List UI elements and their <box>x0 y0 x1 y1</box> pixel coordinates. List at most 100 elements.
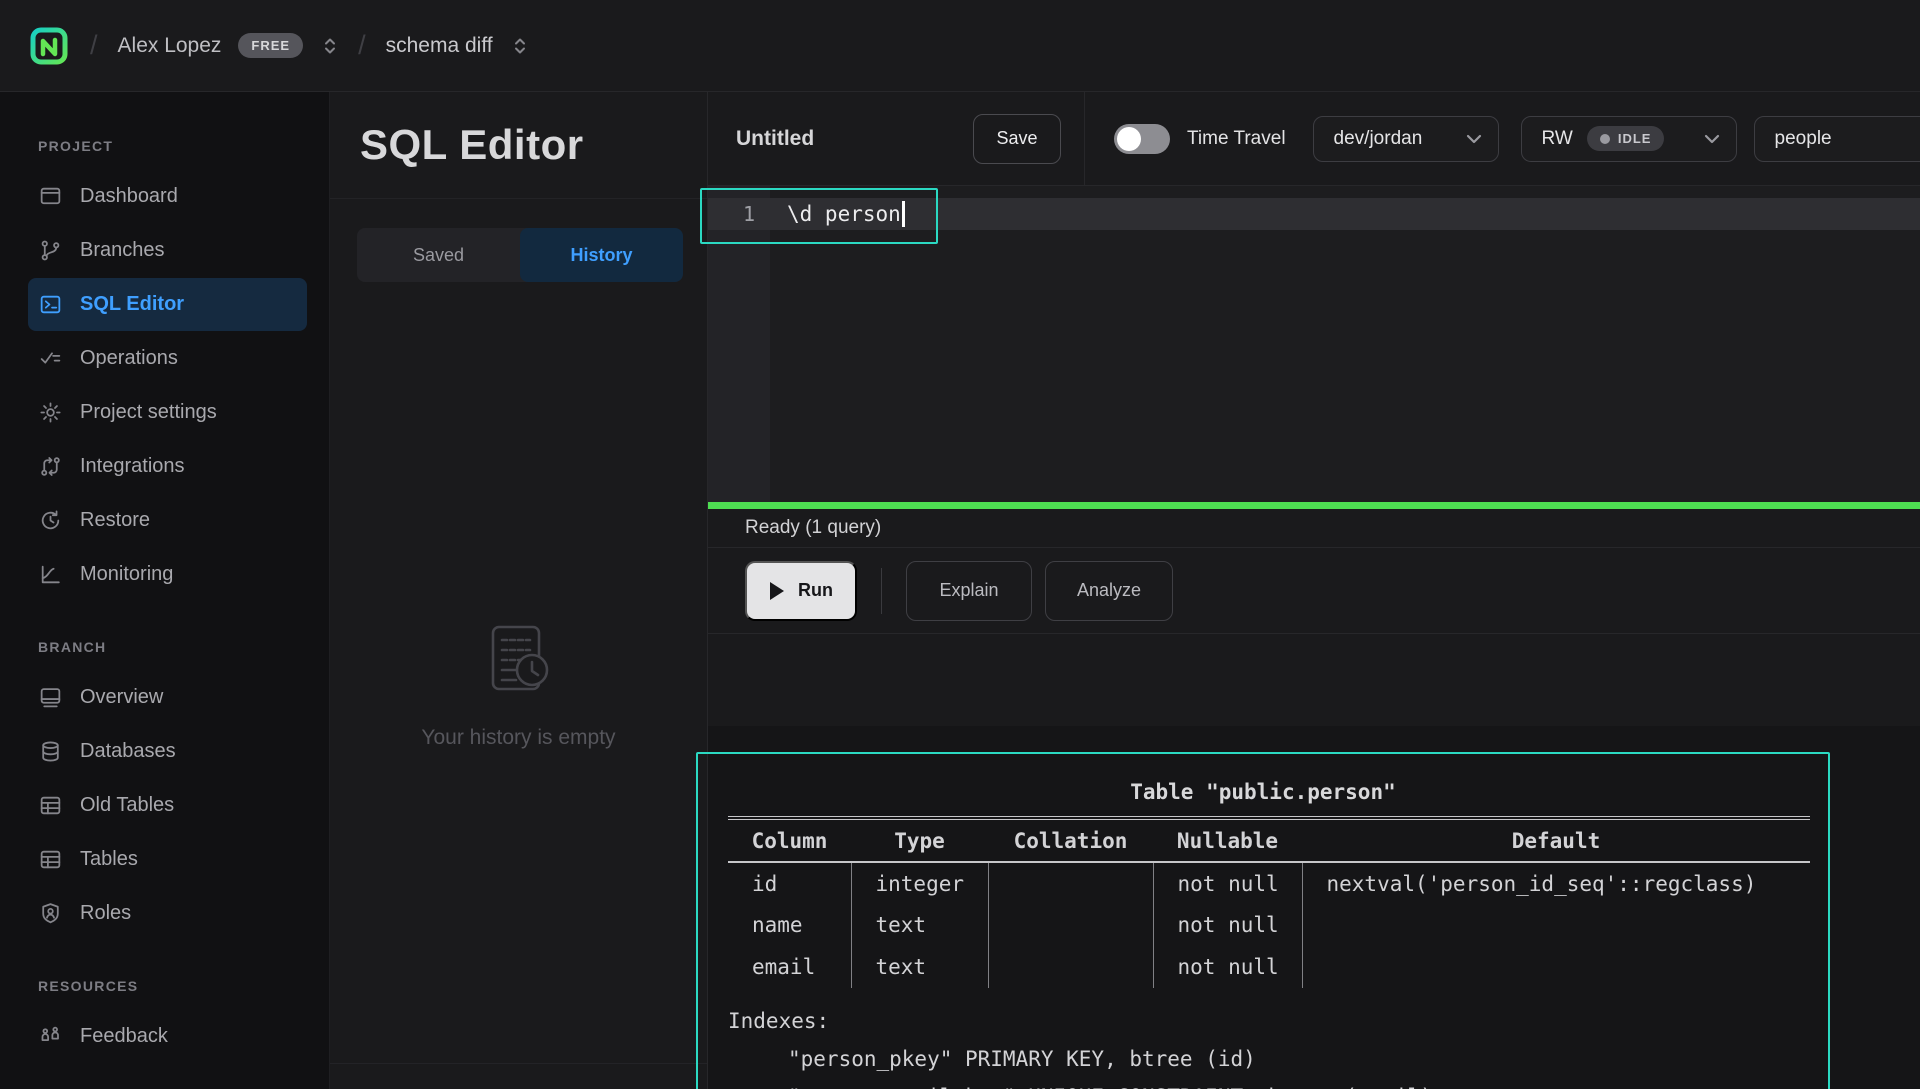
table-cell: not null <box>1153 862 1302 904</box>
run-button-label: Run <box>798 580 833 601</box>
table-cell <box>988 946 1153 988</box>
sidebar-item-databases[interactable]: Databases <box>28 725 307 778</box>
sidebar-item-operations[interactable]: Operations <box>28 332 307 385</box>
results-area: Table "public.person" ColumnTypeCollatio… <box>708 726 1920 1089</box>
table-cell: integer <box>851 862 988 904</box>
sidebar-item-sql-editor[interactable]: SQL Editor <box>28 278 307 331</box>
table-cell: email <box>728 946 851 988</box>
sidebar-item-restore[interactable]: Restore <box>28 494 307 547</box>
code-annotation-box <box>700 188 938 244</box>
sidebar-item-label: Integrations <box>80 455 185 478</box>
sidebar-item-monitoring[interactable]: Monitoring <box>28 548 307 601</box>
table-icon <box>38 847 63 872</box>
sidebar-item-label: SQL Editor <box>80 293 184 316</box>
neon-console: / Alex Lopez FREE / schema diff PROJECT D… <box>0 0 1920 1089</box>
query-title: Untitled <box>736 127 814 151</box>
sidebar-item-label: Overview <box>80 686 163 709</box>
editor-controls: Time Travel dev/jordan RW IDLE people <box>1085 92 1920 185</box>
empty-history-caption: Your history is empty <box>421 726 615 750</box>
compute-status-badge: IDLE <box>1587 126 1665 151</box>
indexes-label: Indexes: <box>728 1002 1828 1040</box>
schema-table-body: idintegernot nullnextval('person_id_seq'… <box>728 862 1810 988</box>
tab-saved[interactable]: Saved <box>357 228 520 282</box>
time-travel-toggle[interactable] <box>1114 124 1170 154</box>
project-select-chevrons-icon[interactable] <box>512 36 528 56</box>
compute-select-value: RW <box>1542 128 1573 150</box>
sidebar-section-label: BRANCH <box>38 639 329 655</box>
sql-editor-list-panel: SQL Editor Saved History Your history is… <box>330 92 708 1089</box>
sidebar-item-label: Old Tables <box>80 794 174 817</box>
databases-icon <box>38 739 63 764</box>
saved-history-tabs: Saved History <box>357 228 683 282</box>
page-title: SQL Editor <box>360 121 584 169</box>
sidebar-item-project-settings[interactable]: Project settings <box>28 386 307 439</box>
breadcrumb-project[interactable]: schema diff <box>386 34 528 58</box>
sidebar-item-integrations[interactable]: Integrations <box>28 440 307 493</box>
breadcrumb-org[interactable]: Alex Lopez FREE <box>118 33 339 58</box>
compute-select[interactable]: RW IDLE <box>1521 116 1737 162</box>
sidebar-item-roles[interactable]: Roles <box>28 887 307 940</box>
org-name: Alex Lopez <box>118 34 222 58</box>
sidebar-item-label: Databases <box>80 740 176 763</box>
branches-icon <box>38 238 63 263</box>
sidebar-item-label: Tables <box>80 848 138 871</box>
sidebar-item-old-tables[interactable]: Old Tables <box>28 779 307 832</box>
sidebar-section-label: RESOURCES <box>38 978 329 994</box>
table-row: nametextnot null <box>728 904 1810 946</box>
sidebar-item-label: Restore <box>80 509 150 532</box>
sidebar-item-label: Branches <box>80 239 165 262</box>
chevron-down-icon <box>1466 134 1482 144</box>
database-select[interactable]: people <box>1754 116 1920 162</box>
explain-button[interactable]: Explain <box>906 561 1032 621</box>
sql-editor-icon <box>38 292 63 317</box>
empty-history-icon <box>484 622 554 702</box>
toggle-knob <box>1117 127 1141 151</box>
tab-history[interactable]: History <box>520 228 683 282</box>
save-button[interactable]: Save <box>973 114 1061 164</box>
neon-logo-icon[interactable] <box>28 25 70 67</box>
code-editor[interactable]: 1 \d person <box>708 186 1920 502</box>
restore-icon <box>38 508 63 533</box>
sidebar-item-label: Monitoring <box>80 563 173 586</box>
column-header-collation: Collation <box>988 818 1153 862</box>
time-travel-label: Time Travel <box>1187 128 1286 150</box>
column-header-default: Default <box>1302 818 1810 862</box>
plan-badge: FREE <box>238 33 303 58</box>
sidebar-section-label: PROJECT <box>38 138 329 154</box>
sidebar-item-dashboard[interactable]: Dashboard <box>28 170 307 223</box>
sidebar-item-tables[interactable]: Tables <box>28 833 307 886</box>
sidebar-item-label: Project settings <box>80 401 217 424</box>
table-cell <box>1302 904 1810 946</box>
indexes-block: Indexes: "person_pkey" PRIMARY KEY, btre… <box>728 1002 1828 1089</box>
sidebar-item-branches[interactable]: Branches <box>28 224 307 277</box>
column-header-type: Type <box>851 818 988 862</box>
analyze-button[interactable]: Analyze <box>1045 561 1173 621</box>
org-select-chevrons-icon[interactable] <box>322 36 338 56</box>
sidebar-item-overview[interactable]: Overview <box>28 671 307 724</box>
query-status-row: Ready (1 query) <box>708 509 1920 548</box>
feedback-icon <box>38 1024 63 1049</box>
table-cell: text <box>851 946 988 988</box>
sidebar-item-feedback[interactable]: Feedback <box>28 1010 307 1063</box>
table-cell <box>988 904 1153 946</box>
index-line: "person_pkey" PRIMARY KEY, btree (id) <box>728 1040 1828 1078</box>
sidebar-item-label: Feedback <box>80 1025 168 1048</box>
query-actions-row: Run Explain Analyze <box>708 548 1920 634</box>
play-icon <box>769 581 785 601</box>
table-cell <box>1302 946 1810 988</box>
run-button[interactable]: Run <box>745 561 857 621</box>
table-header-row: ColumnTypeCollationNullableDefault <box>728 818 1810 862</box>
database-select-value: people <box>1775 128 1832 150</box>
sidebar-item-label: Dashboard <box>80 185 178 208</box>
query-status-text: Ready (1 query) <box>745 517 881 539</box>
branch-select-value: dev/jordan <box>1334 128 1423 150</box>
button-divider <box>881 568 882 614</box>
table-cell: nextval('person_id_seq'::regclass) <box>1302 862 1810 904</box>
editor-header: Untitled Save Time Travel dev/jordan RW … <box>708 92 1920 186</box>
results-annotation-box: Table "public.person" ColumnTypeCollatio… <box>696 752 1830 1089</box>
sidebar-nav: PROJECT Dashboard Branches SQL Editor Operat… <box>0 92 330 1089</box>
top-bar: / Alex Lopez FREE / schema diff <box>0 0 1920 92</box>
branch-select[interactable]: dev/jordan <box>1313 116 1499 162</box>
sidebar-item-label: Roles <box>80 902 131 925</box>
table-icon <box>38 793 63 818</box>
